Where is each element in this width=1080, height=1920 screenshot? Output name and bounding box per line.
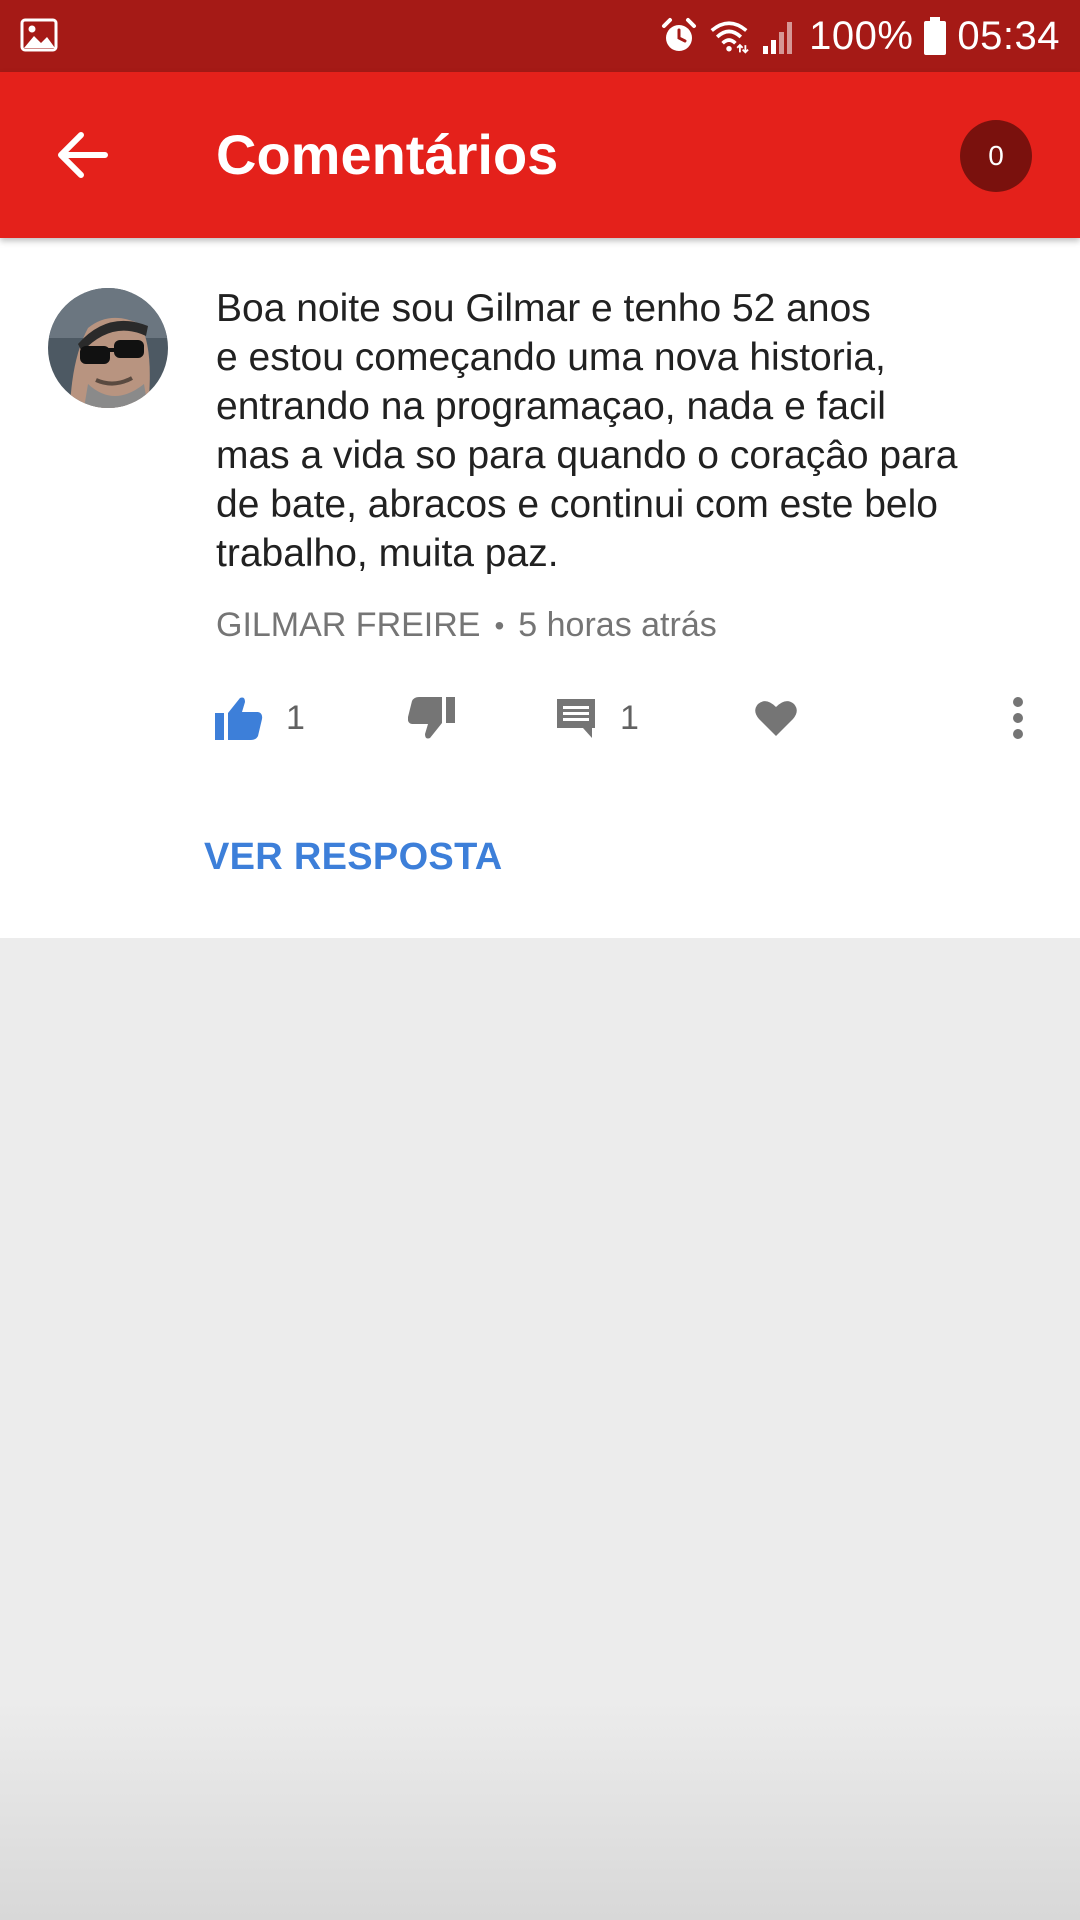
wifi-icon [710, 21, 749, 54]
comment-line: entrando na programaçao, nada e facil [216, 385, 886, 428]
battery-percentage: 100% [809, 13, 914, 58]
bottom-fade [0, 1700, 1080, 1920]
battery-icon [924, 17, 947, 55]
clock: 05:34 [957, 13, 1060, 58]
alarm-icon [662, 18, 697, 51]
view-replies-button[interactable]: VER RESPOSTA [204, 836, 503, 879]
user-photo [48, 288, 168, 408]
thumb-down-icon [408, 697, 455, 739]
reply-count: 1 [620, 698, 639, 737]
heart-icon [755, 701, 797, 736]
app-bar: Comentários 0 [0, 72, 1080, 238]
signal-icon [763, 22, 793, 54]
timestamp: 5 horas atrás [518, 606, 717, 644]
thumb-up-icon [215, 697, 263, 740]
reply-button[interactable]: 1 [554, 678, 639, 758]
comment-line: Boa noite sou Gilmar e tenho 52 anos [216, 287, 871, 330]
more-options-button[interactable] [1012, 678, 1024, 758]
dislike-button[interactable] [408, 678, 456, 758]
comment-meta: GILMAR FREIRE • 5 horas atrás [216, 606, 717, 645]
comment-actions: 1 1 [0, 678, 1080, 758]
more-vert-icon [1013, 697, 1023, 739]
page-title: Comentários [216, 123, 559, 186]
comment-icon [557, 699, 595, 738]
arrow-back-icon [58, 132, 108, 178]
comment-count-badge[interactable]: 0 [960, 120, 1032, 192]
comment-line: e estou começando uma nova historia, [216, 336, 886, 379]
image-icon [20, 18, 58, 52]
comment-line: trabalho, muita paz. [216, 532, 559, 575]
status-bar: 100% 05:34 [0, 0, 1080, 72]
comment-line: de bate, abracos e continui com este bel… [216, 483, 938, 526]
like-count: 1 [286, 698, 305, 737]
comment-body: Boa noite sou Gilmar e tenho 52 anos e e… [216, 284, 1036, 578]
like-button[interactable]: 1 [214, 678, 305, 758]
favorite-button[interactable] [754, 678, 798, 758]
comment-line: mas a vida so para quando o coraçâo para [216, 434, 958, 477]
back-button[interactable] [50, 122, 116, 188]
author-name[interactable]: GILMAR FREIRE [216, 606, 480, 645]
avatar[interactable] [48, 288, 168, 408]
comment-card: Boa noite sou Gilmar e tenho 52 anos e e… [0, 238, 1080, 938]
meta-separator: • [494, 609, 505, 641]
